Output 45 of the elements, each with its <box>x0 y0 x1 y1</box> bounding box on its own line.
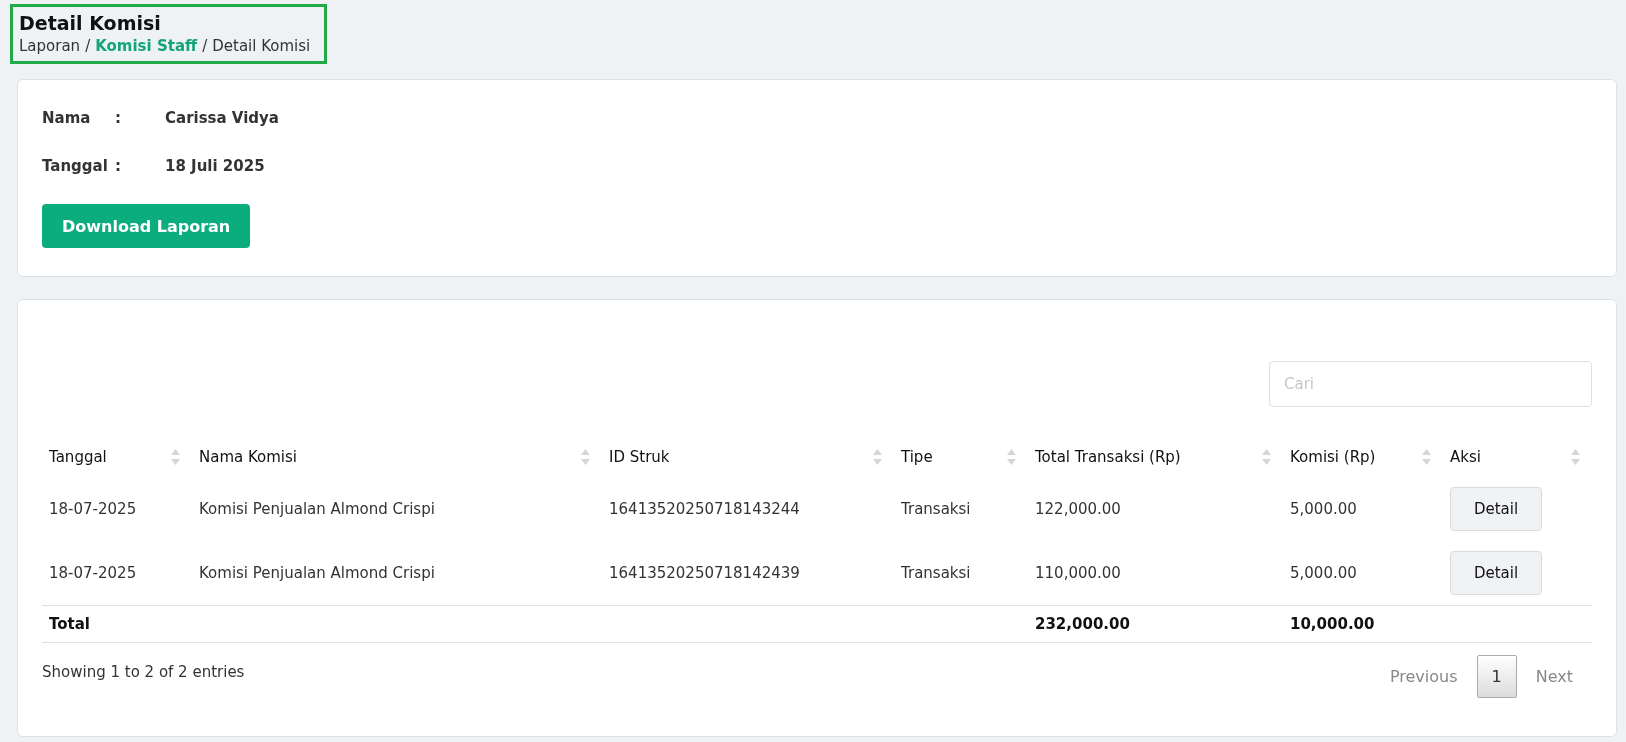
table-cell: Transaksi <box>901 564 971 582</box>
breadcrumb-item: Detail Komisi <box>212 36 311 57</box>
breadcrumb-item: Laporan <box>19 36 81 57</box>
page-button[interactable]: 1 <box>1476 655 1517 698</box>
table-cell: 5,000.00 <box>1290 564 1357 582</box>
column-header[interactable]: Komisi (Rp) <box>1290 448 1376 466</box>
column-header[interactable]: ID Struk <box>609 448 670 466</box>
column-header[interactable]: Aksi <box>1450 448 1481 466</box>
table-cell: 110,000.00 <box>1035 564 1121 582</box>
table-cell: Komisi Penjualan Almond Crispi <box>199 564 435 582</box>
column-header[interactable]: Nama Komisi <box>199 448 297 466</box>
table-cell: Komisi Penjualan Almond Crispi <box>199 500 435 518</box>
search-field[interactable]: Cari <box>1269 361 1592 407</box>
table-cell: 5,000.00 <box>1290 500 1357 518</box>
table-cell: Transaksi <box>901 500 971 518</box>
page-title: Detail Komisi <box>19 11 162 35</box>
column-header[interactable]: Tanggal <box>49 448 107 466</box>
field-label: Tanggal <box>42 157 109 175</box>
total-value: 10,000.00 <box>1290 615 1375 633</box>
table-cell: 16413520250718143244 <box>609 500 800 518</box>
field-colon: : <box>115 109 121 127</box>
sort-icon <box>873 449 882 465</box>
total-label: Total <box>49 615 90 633</box>
column-header[interactable]: Tipe <box>901 448 933 466</box>
field-value: 18 Juli 2025 <box>165 157 266 175</box>
table-cell: 122,000.00 <box>1035 500 1121 518</box>
field-value: Carissa Vidya <box>165 109 280 127</box>
sort-icon <box>171 449 180 465</box>
sort-icon <box>1262 449 1271 465</box>
table-cell: 18-07-2025 <box>49 564 137 582</box>
table-cell: 18-07-2025 <box>49 500 137 518</box>
table-cell: 16413520250718142439 <box>609 564 800 582</box>
detail-button[interactable]: Detail <box>1450 551 1542 595</box>
sort-icon <box>1571 449 1580 465</box>
field-label: Nama <box>42 109 92 127</box>
breadcrumb-separator: / <box>202 36 208 57</box>
field-colon: : <box>115 157 121 175</box>
breadcrumb-separator: / <box>85 36 91 57</box>
column-header[interactable]: Total Transaksi (Rp) <box>1035 448 1181 466</box>
entries-info: Showing 1 to 2 of 2 entries <box>42 662 245 681</box>
total-value: 232,000.00 <box>1035 615 1130 633</box>
sort-icon <box>1007 449 1016 465</box>
detail-button[interactable]: Detail <box>1450 487 1542 531</box>
sort-icon <box>581 449 590 465</box>
sort-icon <box>1422 449 1431 465</box>
